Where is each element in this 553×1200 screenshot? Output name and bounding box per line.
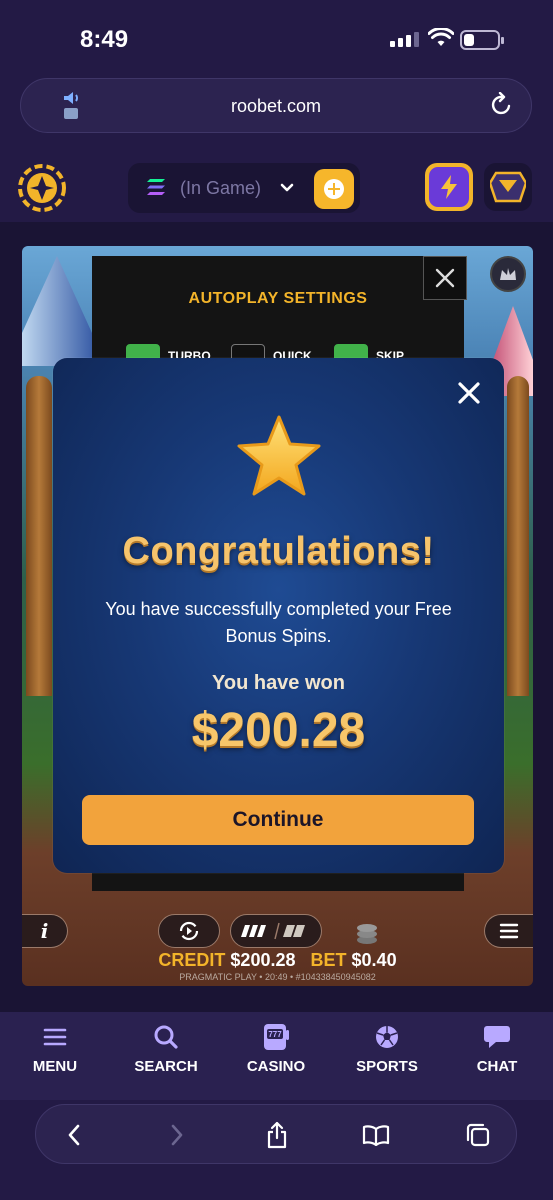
credit-value: $200.28: [230, 950, 296, 970]
rank-badge-icon: [490, 171, 526, 203]
boost-button[interactable]: [425, 163, 473, 211]
hamburger-icon: [499, 923, 519, 939]
close-icon: [435, 268, 455, 288]
nav-item-chat[interactable]: CHAT: [452, 1022, 542, 1075]
speed-icon: [241, 922, 305, 940]
nav-label-sports: SPORTS: [356, 1058, 418, 1075]
nav-item-casino[interactable]: 777 CASINO: [231, 1022, 321, 1075]
credit-label: CREDIT: [158, 950, 226, 970]
soccer-ball-icon: [376, 1026, 398, 1048]
autoplay-icon: [179, 921, 199, 941]
forward-button[interactable]: [163, 1121, 191, 1149]
congratulations-title: Congratulations!: [122, 530, 435, 572]
settings-close-button[interactable]: [423, 256, 467, 300]
pillar-left: [26, 376, 52, 696]
nav-label-menu: MENU: [32, 1058, 78, 1075]
bookmarks-button[interactable]: [362, 1121, 390, 1149]
status-time: 8:49: [80, 26, 129, 53]
lightning-bolt-icon: [441, 175, 457, 199]
nav-item-search[interactable]: SEARCH: [121, 1022, 211, 1075]
modal-close-button[interactable]: [454, 378, 484, 408]
speed-toggle[interactable]: [230, 914, 322, 948]
wifi-icon: [428, 28, 454, 46]
book-icon: [362, 1125, 390, 1146]
fullscreen-button[interactable]: [490, 256, 526, 292]
nav-label-chat: CHAT: [476, 1058, 518, 1075]
nav-item-menu[interactable]: MENU: [10, 1022, 100, 1075]
chevron-down-icon[interactable]: [279, 180, 295, 196]
svg-text:777: 777: [268, 1030, 282, 1039]
close-icon: [458, 382, 480, 404]
nav-item-sports[interactable]: SPORTS: [342, 1022, 432, 1075]
share-icon: [267, 1121, 287, 1149]
slot-machine-icon: 777: [264, 1024, 289, 1050]
balance-selector[interactable]: (In Game): [128, 163, 360, 213]
autoplay-button[interactable]: [158, 914, 220, 948]
bet-label: BET: [310, 950, 347, 970]
game-footer-info: PRAGMATIC PLAY • 20:49 • #10433845094508…: [179, 972, 376, 982]
circus-tent-left: [22, 256, 92, 366]
browser-toolbar: [35, 1104, 517, 1164]
back-button[interactable]: [60, 1121, 88, 1149]
chevron-left-icon: [68, 1124, 80, 1146]
status-bar: 8:49: [0, 0, 553, 74]
completion-message: You have successfully completed your Fre…: [105, 599, 452, 646]
game-menu-button[interactable]: [484, 914, 533, 948]
reload-icon[interactable]: [489, 92, 515, 118]
won-amount: $200.28: [191, 704, 366, 757]
info-button[interactable]: i: [22, 914, 68, 948]
battery-icon: [460, 30, 504, 50]
coins-icon[interactable]: [354, 916, 380, 946]
tabs-icon: [466, 1123, 490, 1147]
roobet-logo[interactable]: [18, 164, 66, 212]
won-label: You have won: [212, 672, 345, 694]
continue-button[interactable]: Continue: [82, 795, 474, 845]
hamburger-icon: [43, 1028, 67, 1046]
nav-label-search: SEARCH: [134, 1058, 198, 1075]
chat-bubble-icon: [484, 1026, 510, 1048]
credit-bet-row: CREDIT $200.28 BET $0.40: [22, 950, 533, 971]
solana-icon: [147, 179, 165, 195]
star-icon: [237, 415, 321, 496]
autoplay-settings-title: AUTOPLAY SETTINGS: [188, 290, 368, 307]
address-bar[interactable]: roobet.com: [20, 78, 532, 133]
deposit-button[interactable]: [314, 169, 354, 209]
congratulations-modal: Congratulations! You have successfully c…: [53, 358, 504, 873]
share-button[interactable]: [263, 1121, 291, 1149]
rewards-button[interactable]: [484, 163, 532, 211]
bottom-nav: MENU SEARCH 777 CASINO SPORTS CHAT: [0, 1012, 553, 1100]
search-icon: [154, 1025, 178, 1049]
tabs-button[interactable]: [464, 1121, 492, 1149]
bet-value: $0.40: [351, 950, 397, 970]
crown-icon: [500, 268, 516, 280]
chevron-right-icon: [171, 1124, 183, 1146]
balance-label: (In Game): [180, 178, 262, 198]
cellular-signal-icon: [390, 32, 419, 47]
plus-icon: [324, 179, 344, 199]
url-text: roobet.com: [230, 96, 322, 116]
pillar-right: [507, 376, 529, 696]
nav-label-casino: CASINO: [246, 1058, 306, 1075]
